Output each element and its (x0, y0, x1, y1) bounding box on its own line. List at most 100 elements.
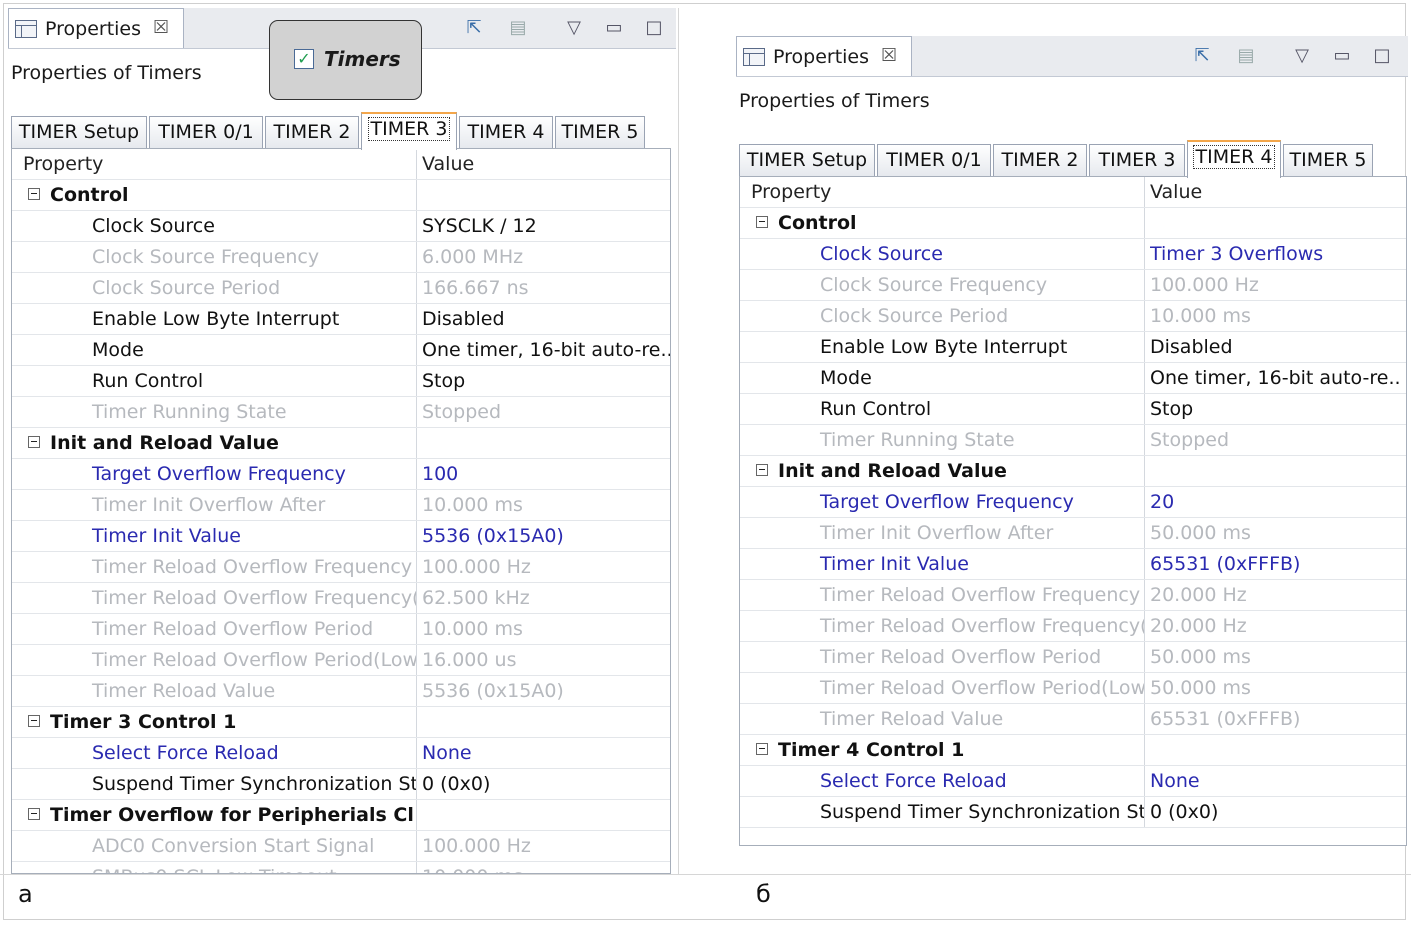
value-cell[interactable]: One timer, 16-bit auto-re.. (1150, 363, 1406, 393)
collapse-toggle-icon[interactable] (28, 807, 40, 820)
property-value: 6.000 MHz (422, 246, 524, 268)
checkbox-checked-icon[interactable]: ✓ (294, 49, 314, 69)
tab-timer-3[interactable]: TIMER 3 (361, 112, 457, 150)
value-cell[interactable]: One timer, 16-bit auto-re.. (422, 335, 670, 365)
table-row[interactable]: SMBus0 SCL Low Timeout 10.000 ms (12, 862, 670, 873)
tab-timer-5[interactable]: TIMER 5 (555, 116, 645, 148)
table-row[interactable]: Timer Running State Stopped (740, 425, 1406, 456)
tab-timer-4[interactable]: TIMER 4 (459, 116, 553, 148)
category-row[interactable]: Init and Reload Value (740, 456, 1406, 487)
header-property[interactable]: Property (740, 177, 1145, 207)
tab-timer-setup[interactable]: TIMER Setup (11, 116, 147, 148)
close-icon[interactable]: ☒ (881, 45, 897, 66)
tab-timer-2[interactable]: TIMER 2 (993, 144, 1087, 176)
properties-view-tab[interactable]: Properties ☒ (736, 36, 912, 76)
close-icon[interactable]: ☒ (153, 17, 169, 38)
tab-timer-0-1[interactable]: TIMER 0/1 (877, 144, 991, 176)
table-row[interactable]: Timer Init Value 65531 (0xFFFB) (740, 549, 1406, 580)
table-row[interactable]: Clock Source Frequency 6.000 MHz (12, 242, 670, 273)
table-row[interactable]: Target Overflow Frequency 20 (740, 487, 1406, 518)
category-row[interactable]: Control (740, 208, 1406, 239)
table-row[interactable]: Timer Reload Overflow Period 50.000 ms (740, 642, 1406, 673)
value-cell[interactable]: Timer 3 Overflows (1150, 239, 1406, 269)
table-row[interactable]: Select Force Reload None (12, 738, 670, 769)
value-cell: 65531 (0xFFFB) (1150, 704, 1406, 734)
table-row[interactable]: Timer Reload Overflow Frequency 20.000 Hz (740, 580, 1406, 611)
pin-icon[interactable]: ⇱ (460, 14, 488, 42)
collapse-toggle-icon[interactable] (756, 463, 768, 476)
table-row[interactable]: Enable Low Byte Interrupt Disabled (12, 304, 670, 335)
table-row[interactable]: Select Force Reload None (740, 766, 1406, 797)
table-row[interactable]: Timer Init Overflow After 10.000 ms (12, 490, 670, 521)
table-row[interactable]: Timer Init Value 5536 (0x15A0) (12, 521, 670, 552)
minimize-icon[interactable]: ▭ (600, 14, 628, 42)
collapse-toggle-icon[interactable] (28, 187, 40, 200)
table-row[interactable]: Clock Source Timer 3 Overflows (740, 239, 1406, 270)
table-row[interactable]: Timer Running State Stopped (12, 397, 670, 428)
collapse-toggle-icon[interactable] (28, 435, 40, 448)
table-row[interactable]: Clock Source Period 166.667 ns (12, 273, 670, 304)
table-row[interactable]: Timer Reload Overflow Period(Low B 16.000… (12, 645, 670, 676)
category-row[interactable]: Init and Reload Value (12, 428, 670, 459)
category-row[interactable]: Timer 3 Control 1 (12, 707, 670, 738)
tab-timer-5[interactable]: TIMER 5 (1283, 144, 1373, 176)
tab-timer-4[interactable]: TIMER 4 (1187, 140, 1281, 178)
tab-timer-2[interactable]: TIMER 2 (265, 116, 359, 148)
collapse-toggle-icon[interactable] (28, 714, 40, 727)
category-row[interactable]: Control (12, 180, 670, 211)
maximize-icon[interactable]: □ (640, 14, 668, 42)
value-cell[interactable]: SYSCLK / 12 (422, 211, 670, 241)
table-row[interactable]: Mode One timer, 16-bit auto-re.. (12, 335, 670, 366)
value-cell[interactable]: 100 (422, 459, 670, 489)
value-cell[interactable]: 65531 (0xFFFB) (1150, 549, 1406, 579)
table-row[interactable]: Clock Source SYSCLK / 12 (12, 211, 670, 242)
caption-a: а (18, 880, 33, 908)
collapse-toggle-icon[interactable] (756, 215, 768, 228)
table-row[interactable]: Clock Source Frequency 100.000 Hz (740, 270, 1406, 301)
table-row[interactable]: Suspend Timer Synchronization Stat 0 (0x0… (12, 769, 670, 800)
value-cell[interactable]: 5536 (0x15A0) (422, 521, 670, 551)
value-cell[interactable]: None (1150, 766, 1406, 796)
table-row[interactable]: Enable Low Byte Interrupt Disabled (740, 332, 1406, 363)
value-cell[interactable]: Disabled (422, 304, 670, 334)
header-value[interactable]: Value (1150, 177, 1406, 207)
table-row[interactable]: Target Overflow Frequency 100 (12, 459, 670, 490)
value-cell[interactable]: 0 (0x0) (1150, 797, 1406, 827)
table-row[interactable]: Clock Source Period 10.000 ms (740, 301, 1406, 332)
tab-timer-0-1[interactable]: TIMER 0/1 (149, 116, 263, 148)
view-menu-icon[interactable]: ▽ (1288, 42, 1316, 70)
timer-tabs: TIMER Setup TIMER 0/1 TIMER 2 TIMER 3 TIMER … (739, 140, 1399, 178)
table-row[interactable]: Timer Reload Overflow Frequency 100.000 H… (12, 552, 670, 583)
view-menu-icon[interactable]: ▽ (560, 14, 588, 42)
header-value[interactable]: Value (422, 149, 670, 179)
table-row[interactable]: Timer Reload Value 5536 (0x15A0) (12, 676, 670, 707)
table-row[interactable]: Timer Reload Overflow Period 10.000 ms (12, 614, 670, 645)
tab-timer-3[interactable]: TIMER 3 (1089, 144, 1185, 176)
property-cell: Clock Source Frequency (12, 242, 417, 272)
maximize-icon[interactable]: □ (1368, 42, 1396, 70)
table-row[interactable]: Mode One timer, 16-bit auto-re.. (740, 363, 1406, 394)
table-row[interactable]: Suspend Timer Synchronization Stat 0 (0x0… (740, 797, 1406, 828)
pin-icon[interactable]: ⇱ (1188, 42, 1216, 70)
table-row[interactable]: Timer Reload Value 65531 (0xFFFB) (740, 704, 1406, 735)
value-cell[interactable]: Stop (1150, 394, 1406, 424)
minimize-icon[interactable]: ▭ (1328, 42, 1356, 70)
tab-timer-setup[interactable]: TIMER Setup (739, 144, 875, 176)
category-row[interactable]: Timer Overflow for Peripherials Cl (12, 800, 670, 831)
table-row[interactable]: Run Control Stop (12, 366, 670, 397)
collapse-toggle-icon[interactable] (756, 742, 768, 755)
value-cell[interactable]: None (422, 738, 670, 768)
table-row[interactable]: Run Control Stop (740, 394, 1406, 425)
header-property[interactable]: Property (12, 149, 417, 179)
value-cell[interactable]: Disabled (1150, 332, 1406, 362)
category-row[interactable]: Timer 4 Control 1 (740, 735, 1406, 766)
value-cell[interactable]: Stop (422, 366, 670, 396)
table-row[interactable]: Timer Reload Overflow Frequency(L 62.500 … (12, 583, 670, 614)
value-cell[interactable]: 20 (1150, 487, 1406, 517)
properties-view-tab[interactable]: Properties ☒ (8, 8, 184, 48)
table-row[interactable]: Timer Reload Overflow Frequency(L 20.000 … (740, 611, 1406, 642)
value-cell[interactable]: 0 (0x0) (422, 769, 670, 799)
table-row[interactable]: Timer Init Overflow After 50.000 ms (740, 518, 1406, 549)
table-row[interactable]: ADC0 Conversion Start Signal 100.000 Hz (12, 831, 670, 862)
table-row[interactable]: Timer Reload Overflow Period(Low B 50.000… (740, 673, 1406, 704)
